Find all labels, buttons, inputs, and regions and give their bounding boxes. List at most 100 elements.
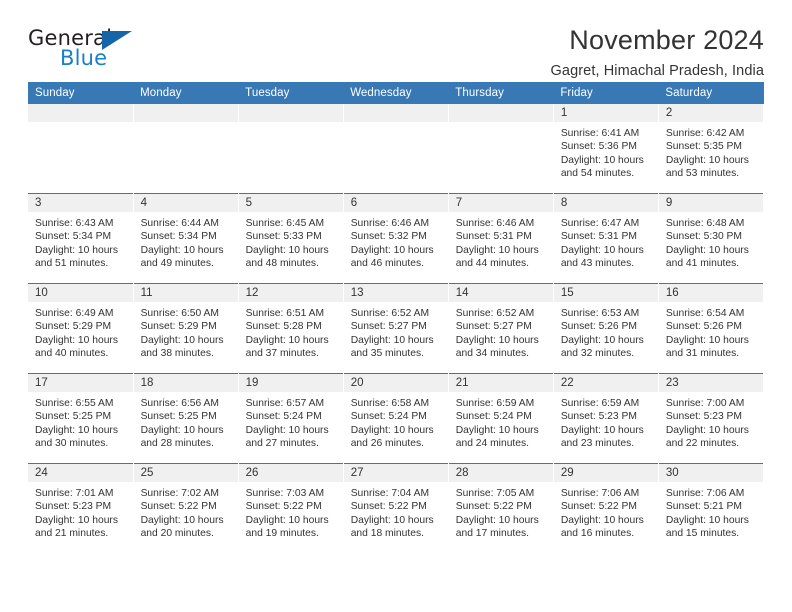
- calendar-day-cell[interactable]: 16 Sunrise: 6:54 AM Sunset: 5:26 PM Dayligh…: [658, 283, 765, 374]
- day-number: 16: [658, 284, 763, 302]
- calendar-day-cell[interactable]: 7 Sunrise: 6:46 AM Sunset: 5:31 PM Daylight…: [448, 193, 554, 284]
- day-number: 4: [133, 194, 238, 212]
- day-details: Sunrise: 6:54 AM Sunset: 5:26 PM Daylight:…: [659, 302, 763, 361]
- calendar-day-cell-empty: [238, 104, 344, 194]
- day-details: Sunrise: 7:06 AM Sunset: 5:21 PM Daylight:…: [659, 482, 763, 541]
- calendar-day-cell[interactable]: 14 Sunrise: 6:52 AM Sunset: 5:27 PM Dayligh…: [448, 283, 554, 374]
- day-details: Sunrise: 7:00 AM Sunset: 5:23 PM Daylight:…: [659, 392, 763, 451]
- sunset-text: Sunset: 5:29 PM: [35, 321, 112, 333]
- calendar-day-cell[interactable]: 24 Sunrise: 7:01 AM Sunset: 5:23 PM Dayligh…: [28, 463, 134, 553]
- sunrise-text: Sunrise: 7:06 AM: [560, 488, 640, 499]
- calendar-day-cell[interactable]: 22 Sunrise: 6:59 AM Sunset: 5:23 PM Dayligh…: [553, 373, 659, 464]
- calendar-day-cell[interactable]: 21 Sunrise: 6:59 AM Sunset: 5:24 PM Dayligh…: [448, 373, 554, 464]
- weekday-header-friday: Friday: [553, 82, 659, 104]
- calendar-day-cell[interactable]: 11 Sunrise: 6:50 AM Sunset: 5:29 PM Dayligh…: [133, 283, 239, 374]
- sunset-text: Sunset: 5:25 PM: [140, 411, 217, 423]
- daylight-text: Daylight: 10 hours and 46 minutes.: [350, 244, 434, 270]
- day-details: Sunrise: 6:52 AM Sunset: 5:27 PM Daylight:…: [449, 302, 553, 361]
- calendar-day-cell[interactable]: 5 Sunrise: 6:45 AM Sunset: 5:33 PM Daylight…: [238, 193, 344, 284]
- daylight-text: Daylight: 10 hours and 30 minutes.: [35, 424, 118, 450]
- calendar-day-cell[interactable]: 30 Sunrise: 7:06 AM Sunset: 5:21 PM Dayligh…: [658, 463, 765, 553]
- daylight-text: Daylight: 10 hours and 17 minutes.: [455, 514, 539, 540]
- day-number: 29: [553, 464, 658, 482]
- sunrise-text: Sunrise: 7:04 AM: [350, 488, 430, 499]
- calendar-day-cell[interactable]: 12 Sunrise: 6:51 AM Sunset: 5:28 PM Dayligh…: [238, 283, 344, 374]
- day-details: Sunrise: 7:02 AM Sunset: 5:22 PM Daylight:…: [134, 482, 238, 541]
- calendar-day-cell[interactable]: 18 Sunrise: 6:56 AM Sunset: 5:25 PM Dayligh…: [133, 373, 239, 464]
- day-number: [448, 104, 553, 122]
- calendar-day-cell[interactable]: 4 Sunrise: 6:44 AM Sunset: 5:34 PM Daylight…: [133, 193, 239, 284]
- sunrise-text: Sunrise: 6:44 AM: [140, 218, 219, 229]
- calendar-day-cell[interactable]: 20 Sunrise: 6:58 AM Sunset: 5:24 PM Dayligh…: [343, 373, 449, 464]
- calendar-day-cell[interactable]: 15 Sunrise: 6:53 AM Sunset: 5:26 PM Dayligh…: [553, 283, 659, 374]
- sunset-text: Sunset: 5:22 PM: [455, 501, 532, 513]
- calendar-week-row: 17 Sunrise: 6:55 AM Sunset: 5:25 PM Dayligh…: [28, 373, 765, 464]
- sunrise-text: Sunrise: 6:59 AM: [455, 398, 535, 409]
- daylight-text: Daylight: 10 hours and 28 minutes.: [140, 424, 224, 450]
- calendar-day-cell[interactable]: 1 Sunrise: 6:41 AM Sunset: 5:36 PM Daylight…: [553, 104, 659, 194]
- calendar-day-cell[interactable]: 9 Sunrise: 6:48 AM Sunset: 5:30 PM Daylight…: [658, 193, 765, 284]
- weekday-header-row: Sunday Monday Tuesday Wednesday Thursday Frid…: [28, 82, 764, 104]
- calendar-day-cell[interactable]: 25 Sunrise: 7:02 AM Sunset: 5:22 PM Dayligh…: [133, 463, 239, 553]
- sunrise-text: Sunrise: 6:49 AM: [35, 308, 114, 319]
- calendar-day-cell[interactable]: 3 Sunrise: 6:43 AM Sunset: 5:34 PM Daylight…: [28, 193, 134, 284]
- title-block: November 2024 Gagret, Himachal Pradesh, …: [144, 25, 764, 80]
- sunset-text: Sunset: 5:26 PM: [665, 321, 743, 333]
- page-title: November 2024: [569, 25, 764, 55]
- sunrise-text: Sunrise: 6:48 AM: [665, 218, 745, 229]
- day-number: [238, 104, 343, 122]
- calendar-day-cell[interactable]: 8 Sunrise: 6:47 AM Sunset: 5:31 PM Daylight…: [553, 193, 659, 284]
- sunrise-text: Sunrise: 6:51 AM: [245, 308, 325, 319]
- day-number: [133, 104, 238, 122]
- calendar-day-cell[interactable]: 13 Sunrise: 6:52 AM Sunset: 5:27 PM Dayligh…: [343, 283, 449, 374]
- daylight-text: Daylight: 10 hours and 26 minutes.: [350, 424, 434, 450]
- sunrise-text: Sunrise: 6:42 AM: [665, 128, 745, 139]
- day-number: [28, 104, 133, 122]
- daylight-text: Daylight: 10 hours and 23 minutes.: [560, 424, 644, 450]
- daylight-text: Daylight: 10 hours and 34 minutes.: [455, 334, 539, 360]
- day-number: 17: [28, 374, 133, 392]
- calendar-page: General Blue November 2024 Gagret, Himac…: [0, 0, 792, 612]
- day-details: Sunrise: 6:55 AM Sunset: 5:25 PM Daylight:…: [28, 392, 133, 451]
- sunrise-text: Sunrise: 6:54 AM: [665, 308, 745, 319]
- sunset-text: Sunset: 5:31 PM: [560, 231, 637, 243]
- sunrise-text: Sunrise: 6:45 AM: [245, 218, 325, 229]
- sunset-text: Sunset: 5:27 PM: [350, 321, 427, 333]
- sunset-text: Sunset: 5:22 PM: [350, 501, 427, 513]
- sunset-text: Sunset: 5:21 PM: [665, 501, 743, 513]
- daylight-text: Daylight: 10 hours and 19 minutes.: [245, 514, 329, 540]
- day-number: 10: [28, 284, 133, 302]
- calendar-day-cell[interactable]: 19 Sunrise: 6:57 AM Sunset: 5:24 PM Dayligh…: [238, 373, 344, 464]
- sunset-text: Sunset: 5:35 PM: [665, 141, 743, 153]
- sunrise-text: Sunrise: 7:01 AM: [35, 488, 114, 499]
- calendar-day-cell[interactable]: 23 Sunrise: 7:00 AM Sunset: 5:23 PM Dayligh…: [658, 373, 765, 464]
- calendar-week-row: 3 Sunrise: 6:43 AM Sunset: 5:34 PM Daylight…: [28, 193, 765, 284]
- daylight-text: Daylight: 10 hours and 16 minutes.: [560, 514, 644, 540]
- daylight-text: Daylight: 10 hours and 51 minutes.: [35, 244, 118, 270]
- sunset-text: Sunset: 5:22 PM: [140, 501, 217, 513]
- sunrise-text: Sunrise: 6:56 AM: [140, 398, 219, 409]
- sunrise-text: Sunrise: 6:50 AM: [140, 308, 219, 319]
- calendar-day-cell[interactable]: 6 Sunrise: 6:46 AM Sunset: 5:32 PM Daylight…: [343, 193, 449, 284]
- calendar-day-cell[interactable]: 17 Sunrise: 6:55 AM Sunset: 5:25 PM Dayligh…: [28, 373, 134, 464]
- day-number: 20: [343, 374, 448, 392]
- day-details: Sunrise: 6:58 AM Sunset: 5:24 PM Daylight:…: [344, 392, 448, 451]
- general-blue-logo[interactable]: General Blue: [28, 26, 144, 74]
- day-details: Sunrise: 6:46 AM Sunset: 5:31 PM Daylight:…: [449, 212, 553, 271]
- day-number: 21: [448, 374, 553, 392]
- sunset-text: Sunset: 5:23 PM: [560, 411, 637, 423]
- sunset-text: Sunset: 5:25 PM: [35, 411, 112, 423]
- calendar-day-cell[interactable]: 10 Sunrise: 6:49 AM Sunset: 5:29 PM Dayligh…: [28, 283, 134, 374]
- sunset-text: Sunset: 5:24 PM: [245, 411, 322, 423]
- day-details: Sunrise: 6:50 AM Sunset: 5:29 PM Daylight:…: [134, 302, 238, 361]
- sunrise-text: Sunrise: 6:55 AM: [35, 398, 114, 409]
- daylight-text: Daylight: 10 hours and 18 minutes.: [350, 514, 434, 540]
- calendar-day-cell[interactable]: 2 Sunrise: 6:42 AM Sunset: 5:35 PM Daylight…: [658, 104, 765, 194]
- weekday-header-tuesday: Tuesday: [238, 82, 344, 104]
- sunrise-text: Sunrise: 6:58 AM: [350, 398, 430, 409]
- calendar-day-cell[interactable]: 26 Sunrise: 7:03 AM Sunset: 5:22 PM Dayligh…: [238, 463, 344, 553]
- calendar-day-cell[interactable]: 28 Sunrise: 7:05 AM Sunset: 5:22 PM Dayligh…: [448, 463, 554, 553]
- calendar-day-cell[interactable]: 29 Sunrise: 7:06 AM Sunset: 5:22 PM Dayligh…: [553, 463, 659, 553]
- day-number: 26: [238, 464, 343, 482]
- calendar-day-cell[interactable]: 27 Sunrise: 7:04 AM Sunset: 5:22 PM Dayligh…: [343, 463, 449, 553]
